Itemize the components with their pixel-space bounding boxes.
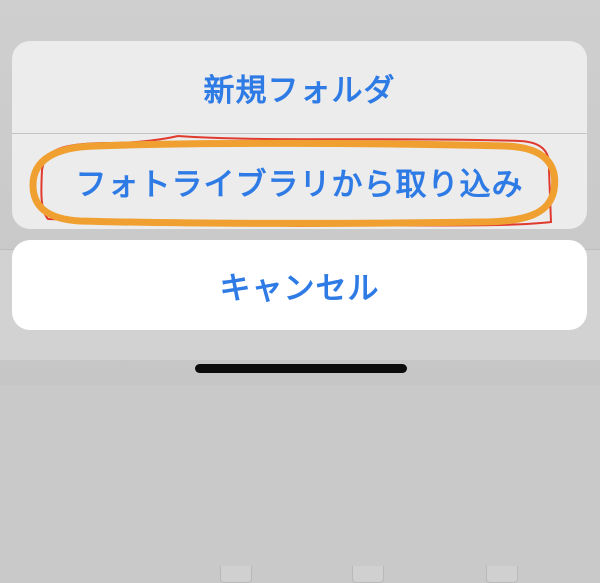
- cancel-button[interactable]: キャンセル: [12, 240, 587, 330]
- import-from-photo-library-button[interactable]: フォトライブラリから取り込み: [12, 135, 587, 227]
- new-folder-button[interactable]: 新規フォルダ: [12, 41, 587, 133]
- background-toolbar-item: [486, 566, 518, 583]
- background-toolbar-item: [352, 566, 384, 583]
- home-indicator[interactable]: [195, 364, 407, 373]
- action-sheet-options: 新規フォルダ フォトライブラリから取り込み: [12, 41, 587, 229]
- background-toolbar-item: [220, 566, 252, 583]
- option-separator: [12, 133, 587, 134]
